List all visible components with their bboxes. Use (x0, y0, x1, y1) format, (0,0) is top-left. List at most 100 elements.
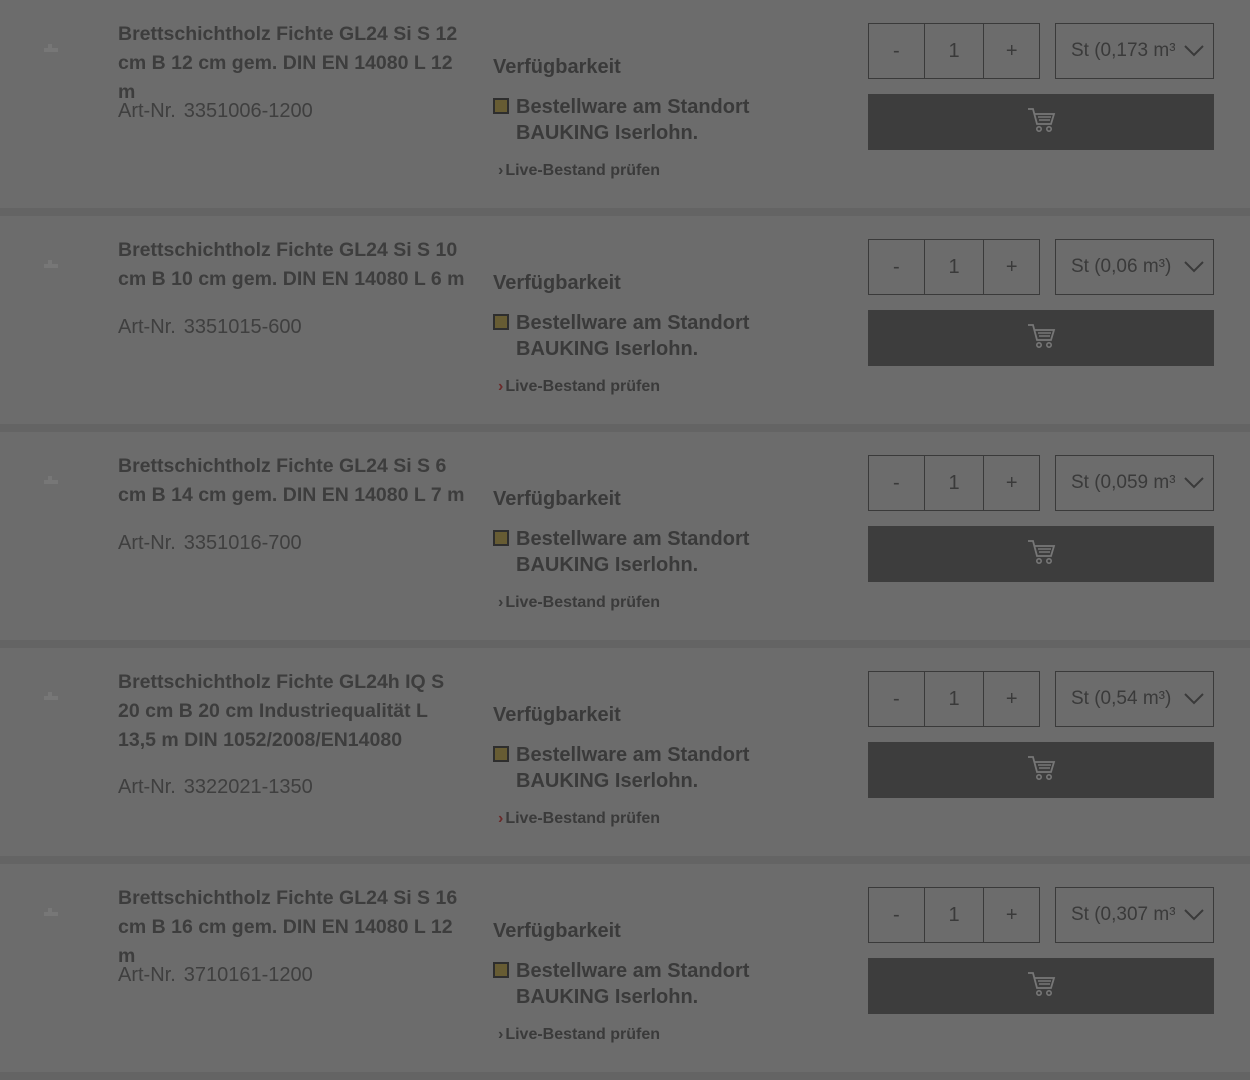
stock-status-icon (493, 746, 509, 762)
quantity-stepper: - 1 + (868, 23, 1040, 79)
decrease-quantity-button[interactable]: - (869, 24, 924, 78)
stock-status-text: Bestellware am Standort BAUKING Iserlohn… (516, 96, 750, 144)
product-title[interactable]: Brettschichtholz Fichte GL24 Si S 16 cm … (118, 884, 468, 971)
stock-status-text: Bestellware am Standort BAUKING Iserlohn… (516, 960, 750, 1008)
decrease-quantity-button[interactable]: - (869, 888, 924, 942)
chevron-right-icon: › (498, 594, 504, 611)
chevron-down-icon (1175, 888, 1213, 942)
product-title[interactable]: Brettschichtholz Fichte GL24 Si S 10 cm … (118, 236, 468, 294)
stock-status-icon (493, 962, 509, 978)
stock-status-icon (493, 98, 509, 114)
article-number-label: Art-Nr. (118, 100, 176, 122)
increase-quantity-button[interactable]: + (984, 24, 1039, 78)
article-number-value: 3322021-1350 (183, 776, 313, 798)
add-to-cart-button[interactable] (868, 526, 1214, 582)
chevron-right-icon: › (498, 378, 504, 395)
stock-status-text: Bestellware am Standort BAUKING Iserlohn… (516, 744, 750, 792)
quantity-stepper: - 1 + (868, 239, 1040, 295)
product-row: Brettschichtholz Fichte GL24 Si S 10 cm … (0, 216, 1250, 424)
quantity-stepper: - 1 + (868, 671, 1040, 727)
live-stock-link[interactable]: › Live-Bestand prüfen (498, 592, 660, 614)
decrease-quantity-button[interactable]: - (869, 240, 924, 294)
add-to-cart-button[interactable] (868, 94, 1214, 150)
article-number: Art-Nr. 3351015-600 (118, 314, 302, 340)
quantity-input[interactable]: 1 (923, 672, 985, 726)
increase-quantity-button[interactable]: + (984, 888, 1039, 942)
quantity-stepper: - 1 + (868, 455, 1040, 511)
product-thumbnail-icon[interactable] (40, 38, 62, 60)
increase-quantity-button[interactable]: + (984, 240, 1039, 294)
live-stock-link[interactable]: › Live-Bestand prüfen (498, 808, 660, 830)
increase-quantity-button[interactable]: + (984, 672, 1039, 726)
live-stock-link-label: Live-Bestand prüfen (505, 1026, 661, 1043)
chevron-down-icon (1175, 672, 1213, 726)
decrease-quantity-button[interactable]: - (869, 456, 924, 510)
unit-select[interactable]: St (0,307 m³) (1055, 887, 1214, 943)
row-divider (0, 424, 1250, 432)
cart-icon (1026, 538, 1056, 571)
chevron-right-icon: › (498, 810, 504, 827)
live-stock-link[interactable]: › Live-Bestand prüfen (498, 1024, 660, 1046)
live-stock-link-label: Live-Bestand prüfen (505, 810, 661, 827)
cart-icon (1026, 106, 1056, 139)
quantity-input[interactable]: 1 (923, 24, 985, 78)
product-thumbnail-icon[interactable] (40, 902, 62, 924)
cart-icon (1026, 322, 1056, 355)
stock-status-icon (493, 530, 509, 546)
availability-label: Verfügbarkeit (493, 488, 621, 510)
product-title[interactable]: Brettschichtholz Fichte GL24 Si S 12 cm … (118, 20, 468, 107)
product-thumbnail-icon[interactable] (40, 686, 62, 708)
article-number-value: 3351015-600 (183, 316, 302, 338)
article-number: Art-Nr. 3710161-1200 (118, 962, 313, 988)
chevron-down-icon (1175, 24, 1213, 78)
product-thumbnail-icon[interactable] (40, 470, 62, 492)
live-stock-link[interactable]: › Live-Bestand prüfen (498, 376, 660, 398)
row-divider (0, 640, 1250, 648)
quantity-input[interactable]: 1 (923, 888, 985, 942)
live-stock-link-label: Live-Bestand prüfen (505, 594, 661, 611)
increase-quantity-button[interactable]: + (984, 456, 1039, 510)
product-thumbnail-icon[interactable] (40, 254, 62, 276)
live-stock-link[interactable]: › Live-Bestand prüfen (498, 160, 660, 182)
unit-select[interactable]: St (0,059 m³) (1055, 455, 1214, 511)
add-to-cart-button[interactable] (868, 958, 1214, 1014)
quantity-input[interactable]: 1 (923, 240, 985, 294)
stock-status-text: Bestellware am Standort BAUKING Iserlohn… (516, 312, 750, 360)
product-row: Brettschichtholz Fichte GL24 Si S 16 cm … (0, 864, 1250, 1072)
chevron-down-icon (1175, 456, 1213, 510)
unit-select-value: St (0,54 m³) (1071, 688, 1172, 709)
article-number-value: 3710161-1200 (183, 964, 313, 986)
chevron-down-icon (1175, 240, 1213, 294)
product-title[interactable]: Brettschichtholz Fichte GL24h IQ S 20 cm… (118, 668, 468, 755)
article-number-value: 3351006-1200 (183, 100, 313, 122)
article-number: Art-Nr. 3351006-1200 (118, 98, 313, 124)
add-to-cart-button[interactable] (868, 310, 1214, 366)
add-to-cart-button[interactable] (868, 742, 1214, 798)
product-row: Brettschichtholz Fichte GL24 Si S 12 cm … (0, 0, 1250, 208)
unit-select-value: St (0,307 m³) (1071, 904, 1175, 925)
unit-select[interactable]: St (0,54 m³) (1055, 671, 1214, 727)
unit-select[interactable]: St (0,173 m³) (1055, 23, 1214, 79)
stock-status-icon (493, 314, 509, 330)
product-list: Brettschichtholz Fichte GL24 Si S 12 cm … (0, 0, 1250, 1080)
product-row: Brettschichtholz Fichte GL24h IQ S 20 cm… (0, 648, 1250, 856)
product-row: Brettschichtholz Fichte GL24 Si S 6 cm B… (0, 432, 1250, 640)
availability-label: Verfügbarkeit (493, 272, 621, 294)
article-number-label: Art-Nr. (118, 316, 176, 338)
chevron-right-icon: › (498, 1026, 504, 1043)
product-title[interactable]: Brettschichtholz Fichte GL24 Si S 6 cm B… (118, 452, 468, 510)
row-divider (0, 1072, 1250, 1080)
unit-select-value: St (0,059 m³) (1071, 472, 1175, 493)
live-stock-link-label: Live-Bestand prüfen (505, 378, 661, 395)
quantity-input[interactable]: 1 (923, 456, 985, 510)
unit-select[interactable]: St (0,06 m³) (1055, 239, 1214, 295)
article-number-label: Art-Nr. (118, 964, 176, 986)
decrease-quantity-button[interactable]: - (869, 672, 924, 726)
availability-label: Verfügbarkeit (493, 56, 621, 78)
row-divider (0, 856, 1250, 864)
article-number-label: Art-Nr. (118, 776, 176, 798)
cart-icon (1026, 970, 1056, 1003)
availability-label: Verfügbarkeit (493, 704, 621, 726)
article-number-label: Art-Nr. (118, 532, 176, 554)
cart-icon (1026, 754, 1056, 787)
